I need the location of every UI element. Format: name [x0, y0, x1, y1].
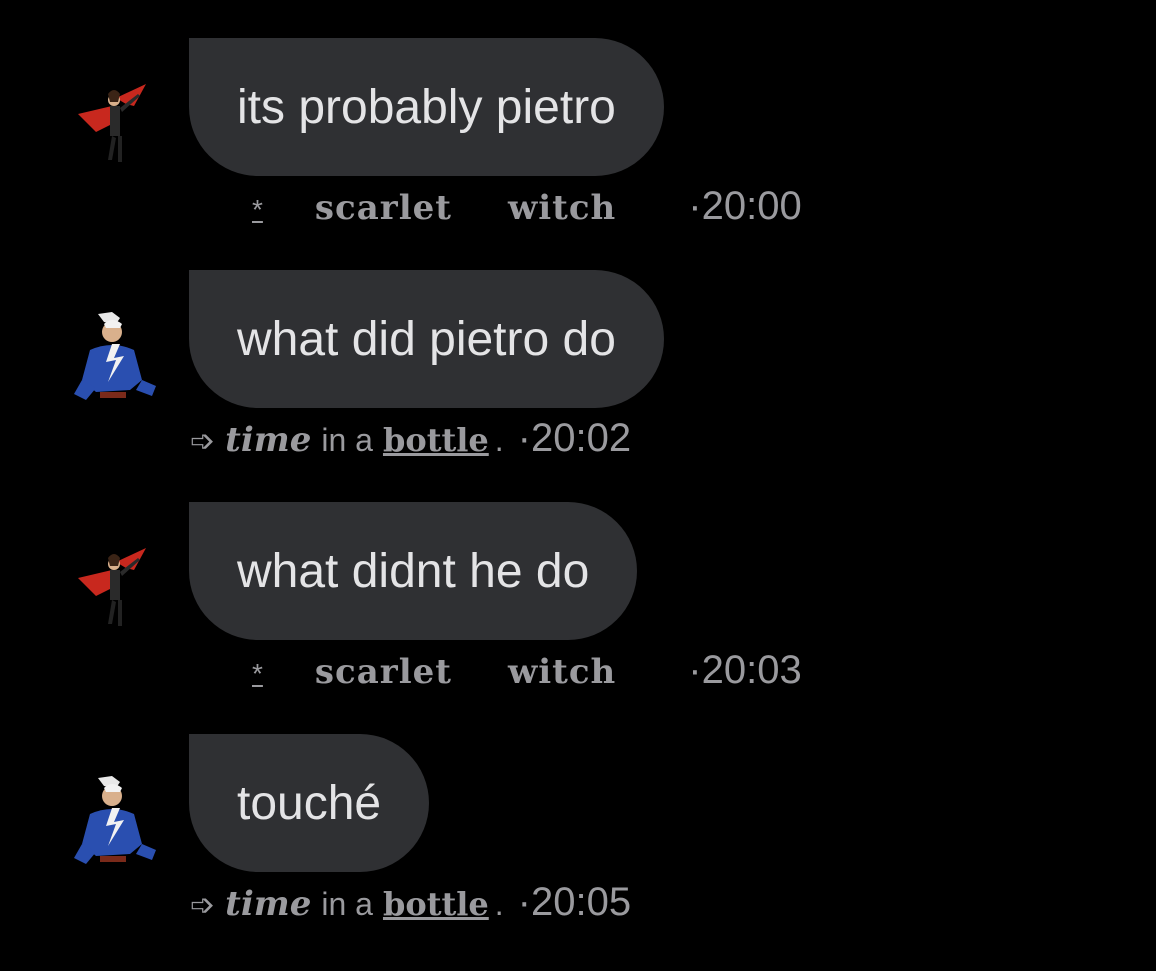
message-text: touché	[237, 776, 382, 830]
message-meta: * scarlet witch · 20:00	[252, 184, 802, 229]
message-meta: ➩ time in a bottle . · 20:02	[190, 416, 631, 461]
message-bubble[interactable]: touché	[189, 734, 430, 872]
message-bubble[interactable]: its probably pietro	[189, 38, 664, 176]
scarlet-witch-avatar[interactable]	[68, 76, 164, 172]
sender-name-second[interactable]: witch	[508, 188, 616, 228]
sender-name-first[interactable]: scarlet	[315, 652, 452, 692]
message-time: 20:05	[530, 880, 632, 924]
message-meta: ➩ time in a bottle . · 20:05	[190, 880, 631, 925]
sender-name-middle[interactable]: in a	[321, 422, 373, 459]
message-bubble[interactable]: what didnt he do	[189, 502, 638, 640]
sender-suffix: .	[494, 422, 504, 458]
message-time: 20:02	[530, 416, 632, 460]
scarlet-witch-avatar[interactable]	[68, 540, 164, 636]
separator-dot: ·	[517, 416, 531, 460]
reply-arrow-icon: ➩	[190, 425, 216, 458]
separator-dot: ·	[517, 880, 531, 924]
pietro-avatar[interactable]	[68, 774, 164, 870]
sender-name-first[interactable]: time	[225, 420, 311, 460]
message-row[interactable]: what didnt he do * scarlet witch · 20:03	[0, 502, 1156, 702]
message-row[interactable]: its probably pietro * scarlet witch · 20…	[0, 38, 1156, 238]
message-time: 20:03	[701, 648, 802, 692]
message-text: what didnt he do	[237, 544, 590, 598]
message-text: what did pietro do	[237, 312, 616, 366]
reply-arrow-icon: ➩	[190, 889, 216, 922]
message-row[interactable]: touché ➩ time in a bottle . · 20:05	[0, 734, 1156, 934]
sender-prefix: *	[252, 194, 263, 225]
sender-name-first[interactable]: scarlet	[315, 188, 452, 228]
message-row[interactable]: what did pietro do ➩ time in a bottle . …	[0, 270, 1156, 470]
separator-dot: ·	[688, 184, 702, 228]
message-bubble[interactable]: what did pietro do	[189, 270, 664, 408]
pietro-avatar[interactable]	[68, 310, 164, 406]
sender-name-second[interactable]: bottle	[383, 885, 489, 923]
sender-name-second[interactable]: witch	[508, 652, 616, 692]
message-text: its probably pietro	[237, 80, 616, 134]
separator-dot: ·	[688, 648, 702, 692]
sender-suffix: .	[494, 886, 504, 922]
message-time: 20:00	[701, 184, 802, 228]
sender-name-first[interactable]: time	[225, 884, 311, 924]
sender-name-second[interactable]: bottle	[383, 421, 489, 459]
message-meta: * scarlet witch · 20:03	[252, 648, 802, 693]
sender-name-middle[interactable]: in a	[321, 886, 373, 923]
sender-prefix: *	[252, 658, 263, 689]
